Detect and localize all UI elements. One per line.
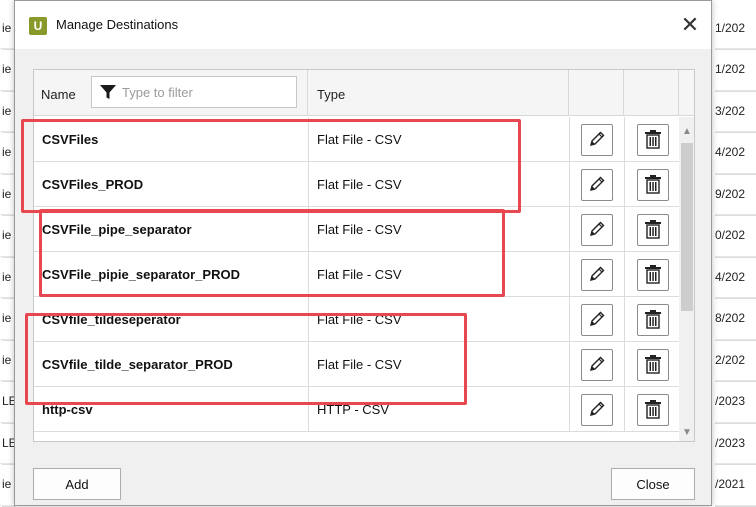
pencil-icon [588, 130, 606, 151]
background-date-fragment: 4/202 [715, 131, 756, 175]
delete-button[interactable] [637, 394, 669, 426]
pencil-icon [588, 220, 606, 241]
delete-button[interactable] [637, 169, 669, 201]
title-bar: U Manage Destinations ✕ [15, 1, 711, 49]
background-date-fragment: 0/202 [715, 214, 756, 258]
destination-name: http-csv [42, 401, 93, 417]
background-date-fragment: /2023 [715, 421, 756, 465]
table-row[interactable]: CSVFile_pipe_separator Flat File - CSV [34, 207, 679, 252]
destination-name: CSVfile_tildeseperator [42, 311, 181, 327]
edit-button[interactable] [581, 124, 613, 156]
destination-name: CSVfile_tilde_separator_PROD [42, 356, 233, 372]
column-header-name[interactable]: Name [34, 70, 308, 116]
destination-type: Flat File - CSV [308, 252, 564, 296]
trash-icon [644, 399, 662, 422]
destination-type: Flat File - CSV [308, 162, 564, 206]
trash-icon [644, 264, 662, 287]
edit-button[interactable] [581, 259, 613, 291]
background-date-fragment: 4/202 [715, 255, 756, 299]
delete-button[interactable] [637, 214, 669, 246]
column-divider [624, 342, 625, 386]
column-header-type[interactable]: Type [308, 70, 569, 116]
background-date-fragment: 1/202 [715, 6, 756, 50]
column-divider [624, 297, 625, 341]
table-row[interactable]: CSVfile_tilde_separator_PROD Flat File - … [34, 342, 679, 387]
destinations-grid: Name Type CSVFilesFlat File - CSVCSVFile… [33, 69, 695, 442]
column-divider [624, 387, 625, 431]
edit-button[interactable] [581, 394, 613, 426]
edit-button[interactable] [581, 349, 613, 381]
column-divider [569, 342, 570, 386]
pencil-icon [588, 265, 606, 286]
grid-header: Name Type [34, 70, 694, 116]
add-button[interactable]: Add [33, 468, 121, 500]
edit-button[interactable] [581, 214, 613, 246]
pencil-icon [588, 175, 606, 196]
background-date-fragment: 2/202 [715, 338, 756, 382]
filter-input[interactable] [122, 84, 292, 100]
destination-type: HTTP - CSV [308, 387, 564, 431]
background-date-fragment: 3/202 [715, 89, 756, 133]
trash-icon [644, 354, 662, 377]
column-header-edit [569, 70, 624, 116]
close-button[interactable]: Close [611, 468, 695, 500]
edit-button[interactable] [581, 169, 613, 201]
dialog-title: Manage Destinations [56, 17, 179, 32]
table-row[interactable]: CSVFiles_PROD Flat File - CSV [34, 162, 679, 207]
trash-icon [644, 129, 662, 152]
trash-icon [644, 309, 662, 332]
manage-destinations-dialog: U Manage Destinations ✕ Name Type CSVFil… [14, 0, 712, 506]
vertical-scrollbar[interactable]: ▲ ▼ [679, 117, 694, 441]
delete-button[interactable] [637, 304, 669, 336]
pencil-icon [588, 355, 606, 376]
column-name-label: Name [41, 87, 76, 102]
edit-button[interactable] [581, 304, 613, 336]
destination-name: CSVFile_pipe_separator [42, 221, 192, 237]
column-divider [569, 387, 570, 431]
delete-button[interactable] [637, 349, 669, 381]
column-divider [624, 207, 625, 251]
delete-button[interactable] [637, 124, 669, 156]
destination-name: CSVFiles_PROD [42, 176, 144, 192]
background-date-fragment: /2021 [715, 463, 756, 507]
table-row[interactable]: http-csv HTTP - CSV [34, 387, 679, 432]
trash-icon [644, 174, 662, 197]
table-row[interactable]: CSVFiles Flat File - CSV [34, 117, 679, 162]
column-divider [624, 162, 625, 206]
table-row[interactable]: CSVFile_pipie_separator_PROD Flat File - … [34, 252, 679, 297]
background-date-fragment: 8/202 [715, 297, 756, 341]
destination-type: Flat File - CSV [308, 117, 564, 161]
column-header-delete [624, 70, 679, 116]
column-divider [624, 252, 625, 296]
destination-type: Flat File - CSV [308, 297, 564, 341]
column-divider [569, 162, 570, 206]
filter-box[interactable] [91, 76, 297, 108]
close-icon[interactable]: ✕ [675, 11, 705, 39]
trash-icon [644, 219, 662, 242]
app-logo-icon: U [29, 17, 47, 35]
background-window-right: 1/202 1/202 3/202 4/202 9/202 0/202 4/202 8/202… [712, 0, 756, 507]
destination-type: Flat File - CSV [308, 207, 564, 251]
column-divider [569, 207, 570, 251]
destination-type: Flat File - CSV [308, 342, 564, 386]
column-divider [569, 117, 570, 161]
column-divider [569, 252, 570, 296]
pencil-icon [588, 400, 606, 421]
column-type-label: Type [317, 87, 346, 102]
background-date-fragment: 1/202 [715, 48, 756, 92]
background-date-fragment: /2023 [715, 380, 756, 424]
background-window-left: ie ie ie ie ie ie ie ie ie LE LE ie [0, 0, 20, 507]
table-row[interactable]: CSVfile_tildeseperator Flat File - CSV [34, 297, 679, 342]
funnel-icon [100, 85, 116, 99]
column-divider [569, 297, 570, 341]
scroll-down-arrow-icon[interactable]: ▼ [679, 424, 694, 440]
destination-name: CSVFile_pipie_separator_PROD [42, 266, 240, 282]
column-divider [624, 117, 625, 161]
scroll-thumb[interactable] [681, 143, 693, 311]
background-date-fragment: 9/202 [715, 172, 756, 216]
destination-name: CSVFiles [42, 131, 99, 147]
scroll-up-arrow-icon[interactable]: ▲ [679, 123, 694, 139]
pencil-icon [588, 310, 606, 331]
delete-button[interactable] [637, 259, 669, 291]
